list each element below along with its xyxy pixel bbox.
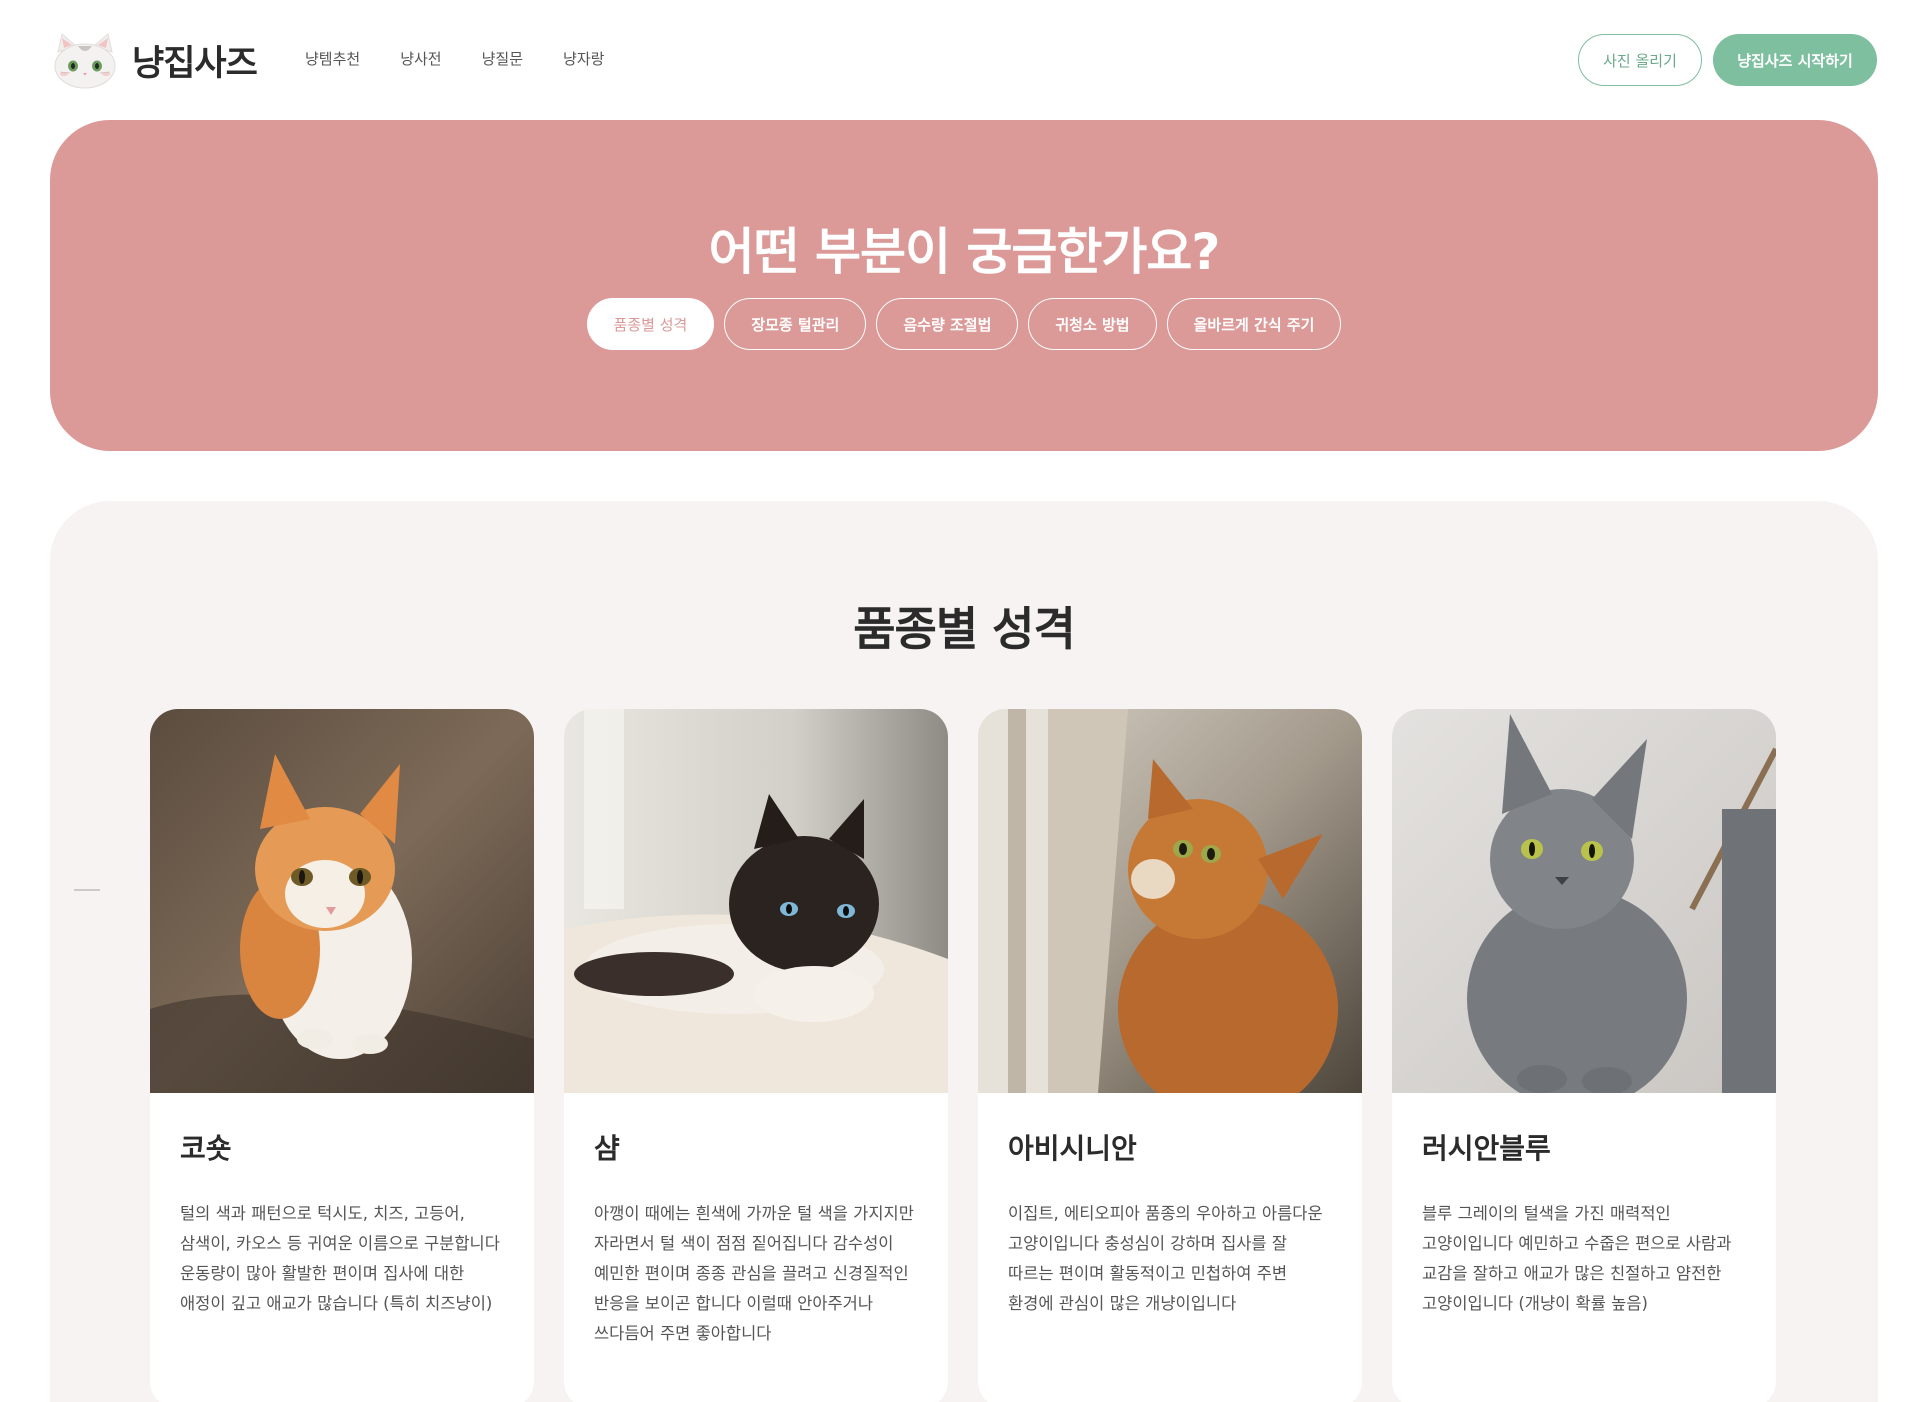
breed-description: 아깽이 때에는 흰색에 가까운 털 색을 가지지만 자라면서 털 색이 점점 짙… <box>594 1204 914 1343</box>
section-title: 품종별 성격 <box>853 602 1076 656</box>
nav-item-showoff[interactable]: 냥자랑 <box>563 48 604 69</box>
hero-title: 어떤 부분이 궁금한가요? <box>708 223 1221 281</box>
nav-item-recommend[interactable]: 냥템추천 <box>305 48 360 69</box>
breed-section: 품종별 성격 코숏 털의 색과 패턴으로 턱시도, 치즈, 고등어, 삼색이, … <box>50 501 1878 1402</box>
hero-banner: 어떤 부분이 궁금한가요? 품종별 성격 장모종 털관리 음수량 조절법 귀청소… <box>50 120 1878 451</box>
tag-treat-feeding[interactable]: 올바르게 간식 주기 <box>1166 298 1342 350</box>
cat-logo-icon <box>54 33 116 89</box>
tag-longhair-care[interactable]: 장모종 털관리 <box>724 298 867 350</box>
nav-item-dictionary[interactable]: 냥사전 <box>400 48 441 69</box>
breed-name: 아비시니안 <box>1008 1132 1137 1165</box>
breed-card[interactable]: 아비시니안 이집트, 에티오피아 품종의 우아하고 아름다운 고양이입니다 충성… <box>978 709 1362 1402</box>
logo[interactable]: 냥집사즈 <box>52 30 258 90</box>
breed-name: 샴 <box>594 1132 620 1165</box>
site-header: 냥집사즈 냥템추천 냥사전 냥질문 냥자랑 사진 올리기 냥집사즈 시작하기 <box>0 0 1920 120</box>
carousel-indicator[interactable] <box>74 889 100 891</box>
breed-description: 블루 그레이의 털색을 가진 매력적인 고양이입니다 예민하고 수줍은 편으로 … <box>1422 1204 1732 1313</box>
breed-card[interactable]: 샴 아깽이 때에는 흰색에 가까운 털 색을 가지지만 자라면서 털 색이 점점… <box>564 709 948 1402</box>
russian-blue-cat-photo <box>1392 709 1776 1093</box>
tag-water-intake[interactable]: 음수량 조절법 <box>876 298 1019 350</box>
breed-card[interactable]: 러시안블루 블루 그레이의 털색을 가진 매력적인 고양이입니다 예민하고 수줍… <box>1392 709 1776 1402</box>
breed-card[interactable]: 코숏 털의 색과 패턴으로 턱시도, 치즈, 고등어, 삼색이, 카오스 등 귀… <box>150 709 534 1402</box>
orange-white-kitten-photo <box>150 709 534 1093</box>
topic-tags: 품종별 성격 장모종 털관리 음수량 조절법 귀청소 방법 올바르게 간식 주기 <box>50 298 1878 350</box>
logo-text: 냥집사즈 <box>132 43 258 84</box>
tag-ear-cleaning[interactable]: 귀청소 방법 <box>1028 298 1157 350</box>
siamese-cat-on-rug-photo <box>564 709 948 1093</box>
upload-photo-button[interactable]: 사진 올리기 <box>1578 34 1702 86</box>
tag-breed-personality[interactable]: 품종별 성격 <box>586 298 715 350</box>
breed-description: 이집트, 에티오피아 품종의 우아하고 아름다운 고양이입니다 충성심이 강하며… <box>1008 1204 1323 1313</box>
breed-description: 털의 색과 패턴으로 턱시도, 치즈, 고등어, 삼색이, 카오스 등 귀여운 … <box>180 1204 500 1313</box>
abyssinian-cat-by-window-photo <box>978 709 1362 1093</box>
main-nav: 냥템추천 냥사전 냥질문 냥자랑 <box>305 48 604 69</box>
nav-item-questions[interactable]: 냥질문 <box>482 48 523 69</box>
breed-card-list: 코숏 털의 색과 패턴으로 턱시도, 치즈, 고등어, 삼색이, 카오스 등 귀… <box>150 709 1776 1402</box>
breed-name: 코숏 <box>180 1132 232 1165</box>
get-started-button[interactable]: 냥집사즈 시작하기 <box>1713 34 1877 86</box>
breed-name: 러시안블루 <box>1422 1132 1551 1165</box>
